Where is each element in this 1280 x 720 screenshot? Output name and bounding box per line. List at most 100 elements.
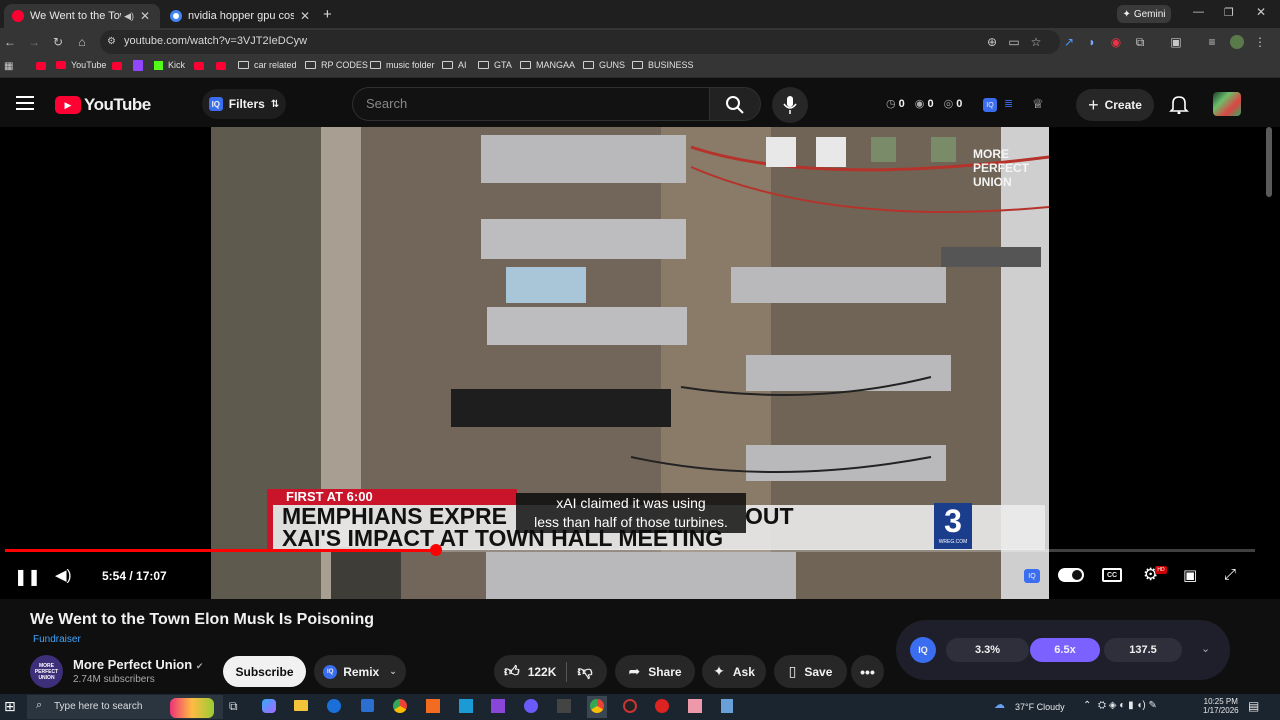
subtitles-cc-icon[interactable]: CC bbox=[1102, 568, 1122, 582]
app-orange-icon[interactable] bbox=[426, 699, 440, 713]
channel-name-row[interactable]: More Perfect Union ✔ bbox=[73, 657, 203, 672]
remix-button[interactable]: IQ Remix ⌄ bbox=[314, 655, 406, 688]
miniplayer-icon[interactable]: ▣ bbox=[1183, 566, 1197, 584]
weather-text[interactable]: 37°F Cloudy bbox=[1015, 702, 1065, 712]
zoom-icon[interactable]: ⊕ bbox=[984, 34, 1000, 50]
bookmark-red-icon[interactable] bbox=[194, 62, 204, 70]
bookmark-folder-mangaa[interactable]: MANGAA bbox=[520, 60, 575, 70]
progress-scrubber[interactable] bbox=[429, 544, 442, 556]
save-button[interactable]: ▯ Save bbox=[774, 655, 847, 688]
pause-icon[interactable]: ❚❚ bbox=[14, 567, 41, 587]
bookmark-folder-music[interactable]: music folder bbox=[370, 60, 435, 70]
close-tab-icon[interactable]: ✕ bbox=[138, 9, 152, 23]
app-blue-icon[interactable] bbox=[459, 699, 473, 713]
outlook-icon[interactable] bbox=[361, 699, 374, 712]
volume-icon[interactable]: ◀) bbox=[55, 566, 72, 584]
sidebar-icon[interactable]: ▣ bbox=[1168, 34, 1184, 50]
install-icon[interactable]: ▭ bbox=[1006, 34, 1022, 50]
list-icon[interactable]: ≣ bbox=[1004, 97, 1013, 110]
steam-icon[interactable] bbox=[327, 699, 341, 713]
app-dark-icon[interactable] bbox=[557, 699, 571, 713]
filters-button[interactable]: IQ Filters ⇅ bbox=[202, 89, 286, 119]
tab-youtube-video[interactable]: We Went to the Town Elon ◀) ✕ bbox=[4, 4, 160, 28]
app-red-icon[interactable] bbox=[655, 699, 669, 713]
subscribe-button[interactable]: Subscribe bbox=[223, 656, 306, 687]
bookmark-folder-car[interactable]: car related bbox=[238, 60, 297, 70]
metric-score[interactable]: 137.5 bbox=[1104, 638, 1182, 662]
bookmark-folder-ai[interactable]: AI bbox=[442, 60, 467, 70]
file-explorer-icon[interactable] bbox=[294, 700, 308, 711]
bookmark-red-icon[interactable] bbox=[216, 62, 226, 70]
hamburger-menu-icon[interactable] bbox=[16, 96, 34, 110]
menu-kebab-icon[interactable]: ⋮ bbox=[1252, 34, 1268, 50]
bookmark-youtube[interactable]: YouTube bbox=[56, 60, 106, 70]
obs-icon[interactable] bbox=[623, 699, 637, 713]
autoplay-toggle[interactable] bbox=[1058, 568, 1084, 582]
apps-grid-icon[interactable]: ▦ bbox=[4, 61, 13, 72]
site-info-icon[interactable]: ⚙ bbox=[107, 36, 116, 47]
discord-icon[interactable] bbox=[524, 699, 538, 713]
downloads-icon[interactable]: ≡ bbox=[1204, 34, 1220, 50]
channel-name[interactable]: More Perfect Union bbox=[73, 657, 192, 672]
speaker-icon[interactable]: ◀) bbox=[124, 11, 134, 22]
channel-avatar[interactable]: MORE PERFECT UNION bbox=[30, 655, 63, 688]
iq-panel-icon[interactable]: IQ bbox=[910, 637, 936, 663]
bookmark-star-icon[interactable]: ☆ bbox=[1028, 34, 1044, 50]
bookmark-red-icon[interactable] bbox=[36, 62, 46, 70]
extension-2-icon[interactable]: ◗ bbox=[1084, 34, 1100, 50]
close-tab-icon[interactable]: ✕ bbox=[298, 9, 312, 23]
tab-google-search[interactable]: nvidia hopper gpu cost - Goog ✕ bbox=[162, 4, 320, 28]
chrome-icon[interactable] bbox=[393, 699, 407, 713]
home-icon[interactable]: ⌂ bbox=[74, 34, 90, 50]
url-text[interactable]: youtube.com/watch?v=3VJT2IeDCyw bbox=[124, 35, 307, 47]
metric-engagement[interactable]: 3.3% bbox=[946, 638, 1029, 662]
extensions-puzzle-icon[interactable]: ⧉ bbox=[1132, 34, 1148, 50]
windows-start-icon[interactable]: ⊞ bbox=[4, 698, 16, 715]
iq-extension-icon[interactable]: IQ bbox=[983, 98, 997, 112]
forward-icon[interactable]: → bbox=[26, 34, 42, 50]
app-purple-icon[interactable] bbox=[491, 699, 505, 713]
iq-player-icon[interactable]: IQ bbox=[1024, 569, 1040, 583]
more-actions-button[interactable]: ••• bbox=[851, 655, 884, 688]
video-frame[interactable]: MORE PERFECT UNION FIRST AT 6:00 MEMPHIA… bbox=[211, 127, 1049, 599]
extension-3-icon[interactable]: ◉ bbox=[1108, 34, 1124, 50]
new-tab-icon[interactable]: + bbox=[323, 6, 332, 23]
ask-button[interactable]: ✦ Ask bbox=[702, 655, 766, 688]
reload-icon[interactable]: ↻ bbox=[50, 34, 66, 50]
tray-apps-icons[interactable]: ⛭ ◈ ◐ ▮ ◖) ✎ bbox=[1098, 700, 1157, 711]
tray-chevron-icon[interactable]: ⌃ bbox=[1083, 700, 1091, 711]
page-scrollbar-thumb[interactable] bbox=[1266, 127, 1272, 197]
chevron-down-icon[interactable]: ⌄ bbox=[1201, 642, 1210, 655]
twitch-icon[interactable] bbox=[133, 60, 143, 71]
like-count[interactable]: 122K bbox=[528, 665, 557, 679]
copilot-icon[interactable] bbox=[262, 699, 276, 713]
share-button[interactable]: ➦ Share bbox=[615, 655, 695, 688]
weather-icon[interactable]: ☁ bbox=[994, 698, 1005, 711]
task-view-icon[interactable]: ⧉ bbox=[229, 699, 238, 714]
account-avatar[interactable] bbox=[1213, 92, 1241, 116]
notifications-bell-icon[interactable] bbox=[1169, 94, 1189, 114]
bookmark-folder-guns[interactable]: GUNS bbox=[583, 60, 625, 70]
bookmark-red-icon[interactable] bbox=[112, 62, 122, 70]
clock-area[interactable]: 10:25 PM 1/17/2026 bbox=[1203, 697, 1239, 715]
trophy-icon[interactable]: ♕ bbox=[1032, 96, 1044, 112]
like-thumb-icon[interactable]: 👍︎ bbox=[504, 663, 520, 681]
back-icon[interactable]: ← bbox=[2, 34, 18, 50]
bookmark-kick[interactable]: Kick bbox=[154, 60, 185, 70]
tulips-widget-icon[interactable] bbox=[170, 698, 214, 718]
bookmark-folder-rp[interactable]: RP CODES bbox=[305, 60, 368, 70]
bookmark-folder-business[interactable]: BUSINESS bbox=[632, 60, 694, 70]
bookmark-folder-gta[interactable]: GTA bbox=[478, 60, 512, 70]
dislike-thumb-icon[interactable]: 👎︎ bbox=[577, 663, 592, 681]
fundraiser-badge[interactable]: Fundraiser bbox=[33, 634, 81, 645]
restore-icon[interactable]: ❐ bbox=[1224, 6, 1234, 19]
profile-avatar[interactable] bbox=[1230, 35, 1244, 49]
notepad-icon[interactable] bbox=[688, 699, 702, 713]
fullscreen-icon[interactable]: ⤢ bbox=[1224, 566, 1236, 583]
youtube-logo[interactable]: ▶ YouTube bbox=[55, 95, 151, 115]
close-window-icon[interactable]: ✕ bbox=[1256, 5, 1266, 19]
notifications-icon[interactable]: ▤ bbox=[1248, 699, 1259, 713]
create-button[interactable]: + Create bbox=[1076, 89, 1154, 121]
extension-1-icon[interactable]: ↗ bbox=[1061, 34, 1077, 50]
gemini-button[interactable]: ✦ Gemini bbox=[1117, 5, 1171, 23]
